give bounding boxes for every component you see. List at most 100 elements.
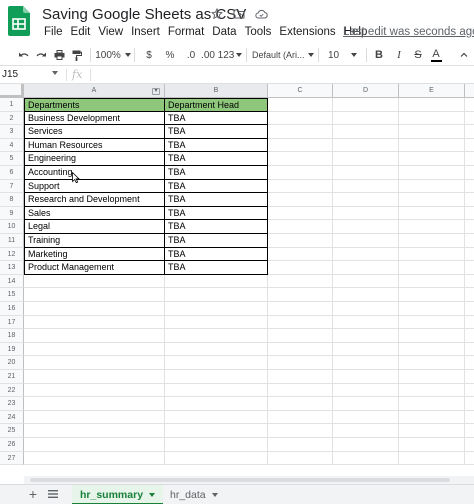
table-cell[interactable] — [24, 288, 165, 302]
table-cell[interactable] — [399, 193, 465, 207]
table-cell[interactable]: TBA — [165, 138, 268, 153]
table-cell[interactable] — [399, 261, 465, 275]
table-cell[interactable] — [399, 410, 465, 425]
row-header[interactable]: 9 — [0, 206, 24, 221]
paint-format-icon[interactable] — [70, 45, 84, 65]
table-cell[interactable] — [465, 220, 474, 234]
table-cell[interactable] — [399, 179, 465, 194]
table-cell[interactable] — [268, 193, 333, 207]
table-cell[interactable] — [268, 383, 333, 398]
strikethrough-button[interactable]: S — [412, 45, 424, 65]
increase-decimal-button[interactable]: .00 — [200, 45, 216, 65]
table-cell[interactable] — [465, 384, 474, 398]
table-cell[interactable] — [399, 166, 465, 180]
table-cell[interactable] — [268, 342, 333, 357]
row-header[interactable]: 12 — [0, 247, 24, 262]
row-header[interactable]: 3 — [0, 125, 24, 139]
table-cell[interactable] — [333, 383, 399, 398]
table-cell[interactable] — [165, 410, 268, 425]
more-options-icon[interactable] — [458, 45, 470, 65]
table-cell[interactable] — [465, 424, 474, 438]
menu-extensions[interactable]: Extensions — [275, 24, 339, 40]
italic-button[interactable]: I — [394, 45, 404, 65]
row-header[interactable]: 21 — [0, 370, 24, 384]
table-cell[interactable] — [165, 356, 268, 370]
table-cell[interactable]: Accounting — [24, 166, 165, 180]
table-cell[interactable] — [399, 383, 465, 398]
table-cell[interactable] — [399, 451, 465, 466]
table-cell[interactable] — [399, 329, 465, 343]
table-cell[interactable] — [465, 234, 474, 248]
table-cell[interactable] — [465, 438, 474, 452]
table-cell[interactable] — [333, 370, 399, 384]
table-cell[interactable] — [333, 302, 399, 316]
chevron-down-icon[interactable] — [149, 493, 156, 498]
table-cell[interactable] — [268, 125, 333, 139]
table-cell[interactable] — [399, 438, 465, 452]
table-cell[interactable] — [465, 316, 474, 330]
table-cell[interactable]: TBA — [165, 111, 268, 126]
table-cell[interactable] — [333, 438, 399, 452]
table-cell[interactable] — [333, 234, 399, 248]
sheet-tab-hr-data[interactable]: hr_data — [162, 485, 226, 504]
table-cell[interactable] — [399, 234, 465, 248]
star-icon[interactable] — [210, 6, 224, 22]
table-cell[interactable] — [24, 451, 165, 466]
chevron-down-icon[interactable] — [52, 71, 58, 75]
row-header[interactable]: 1 — [0, 98, 24, 112]
table-cell[interactable] — [268, 261, 333, 275]
table-cell[interactable] — [465, 343, 474, 357]
table-cell[interactable] — [165, 397, 268, 411]
table-cell[interactable] — [465, 452, 474, 466]
table-cell[interactable]: TBA — [165, 261, 268, 275]
move-to-folder-icon[interactable] — [232, 6, 246, 22]
table-cell[interactable]: Research and Development — [24, 193, 165, 207]
table-cell[interactable] — [268, 288, 333, 302]
table-cell[interactable] — [24, 342, 165, 357]
font-size-select[interactable]: 10 — [324, 45, 358, 65]
table-cell[interactable] — [165, 315, 268, 330]
table-cell[interactable]: TBA — [165, 125, 268, 139]
percent-format-button[interactable]: % — [164, 45, 176, 65]
table-cell[interactable] — [399, 302, 465, 316]
table-cell[interactable] — [399, 247, 465, 262]
table-cell[interactable] — [465, 288, 474, 302]
table-cell[interactable] — [399, 397, 465, 411]
table-header-cell[interactable]: Departments — [24, 98, 165, 112]
table-cell[interactable]: Support — [24, 179, 165, 194]
bold-button[interactable]: B — [373, 45, 385, 65]
table-cell[interactable] — [165, 274, 268, 289]
column-header-c[interactable]: C — [268, 84, 333, 98]
sheets-logo-icon[interactable] — [8, 6, 30, 36]
table-cell[interactable]: Marketing — [24, 247, 165, 262]
table-cell[interactable]: Sales — [24, 206, 165, 221]
column-header-e[interactable]: E — [399, 84, 465, 98]
table-cell[interactable] — [268, 438, 333, 452]
menu-insert[interactable]: Insert — [127, 24, 164, 40]
table-cell[interactable] — [165, 288, 268, 302]
row-header[interactable]: 19 — [0, 342, 24, 357]
column-menu-icon[interactable]: ▾ — [152, 88, 160, 95]
table-cell[interactable] — [399, 111, 465, 126]
table-cell[interactable]: TBA — [165, 152, 268, 166]
table-cell[interactable] — [333, 261, 399, 275]
row-header[interactable]: 7 — [0, 179, 24, 194]
row-header[interactable]: 20 — [0, 356, 24, 370]
table-cell[interactable] — [333, 206, 399, 221]
select-all-corner[interactable] — [0, 84, 24, 98]
table-cell[interactable] — [165, 329, 268, 343]
row-header[interactable]: 24 — [0, 410, 24, 425]
row-header[interactable]: 6 — [0, 166, 24, 180]
table-cell[interactable] — [24, 424, 165, 438]
table-cell[interactable] — [465, 207, 474, 221]
table-cell[interactable] — [268, 179, 333, 194]
table-cell[interactable] — [333, 451, 399, 466]
table-cell[interactable] — [333, 138, 399, 153]
table-cell[interactable]: TBA — [165, 166, 268, 180]
table-cell[interactable] — [333, 342, 399, 357]
table-cell[interactable] — [465, 302, 474, 316]
table-cell[interactable] — [268, 274, 333, 289]
formula-input[interactable] — [96, 67, 472, 83]
table-cell[interactable] — [24, 438, 165, 452]
font-select[interactable]: Default (Ari... — [252, 45, 316, 65]
